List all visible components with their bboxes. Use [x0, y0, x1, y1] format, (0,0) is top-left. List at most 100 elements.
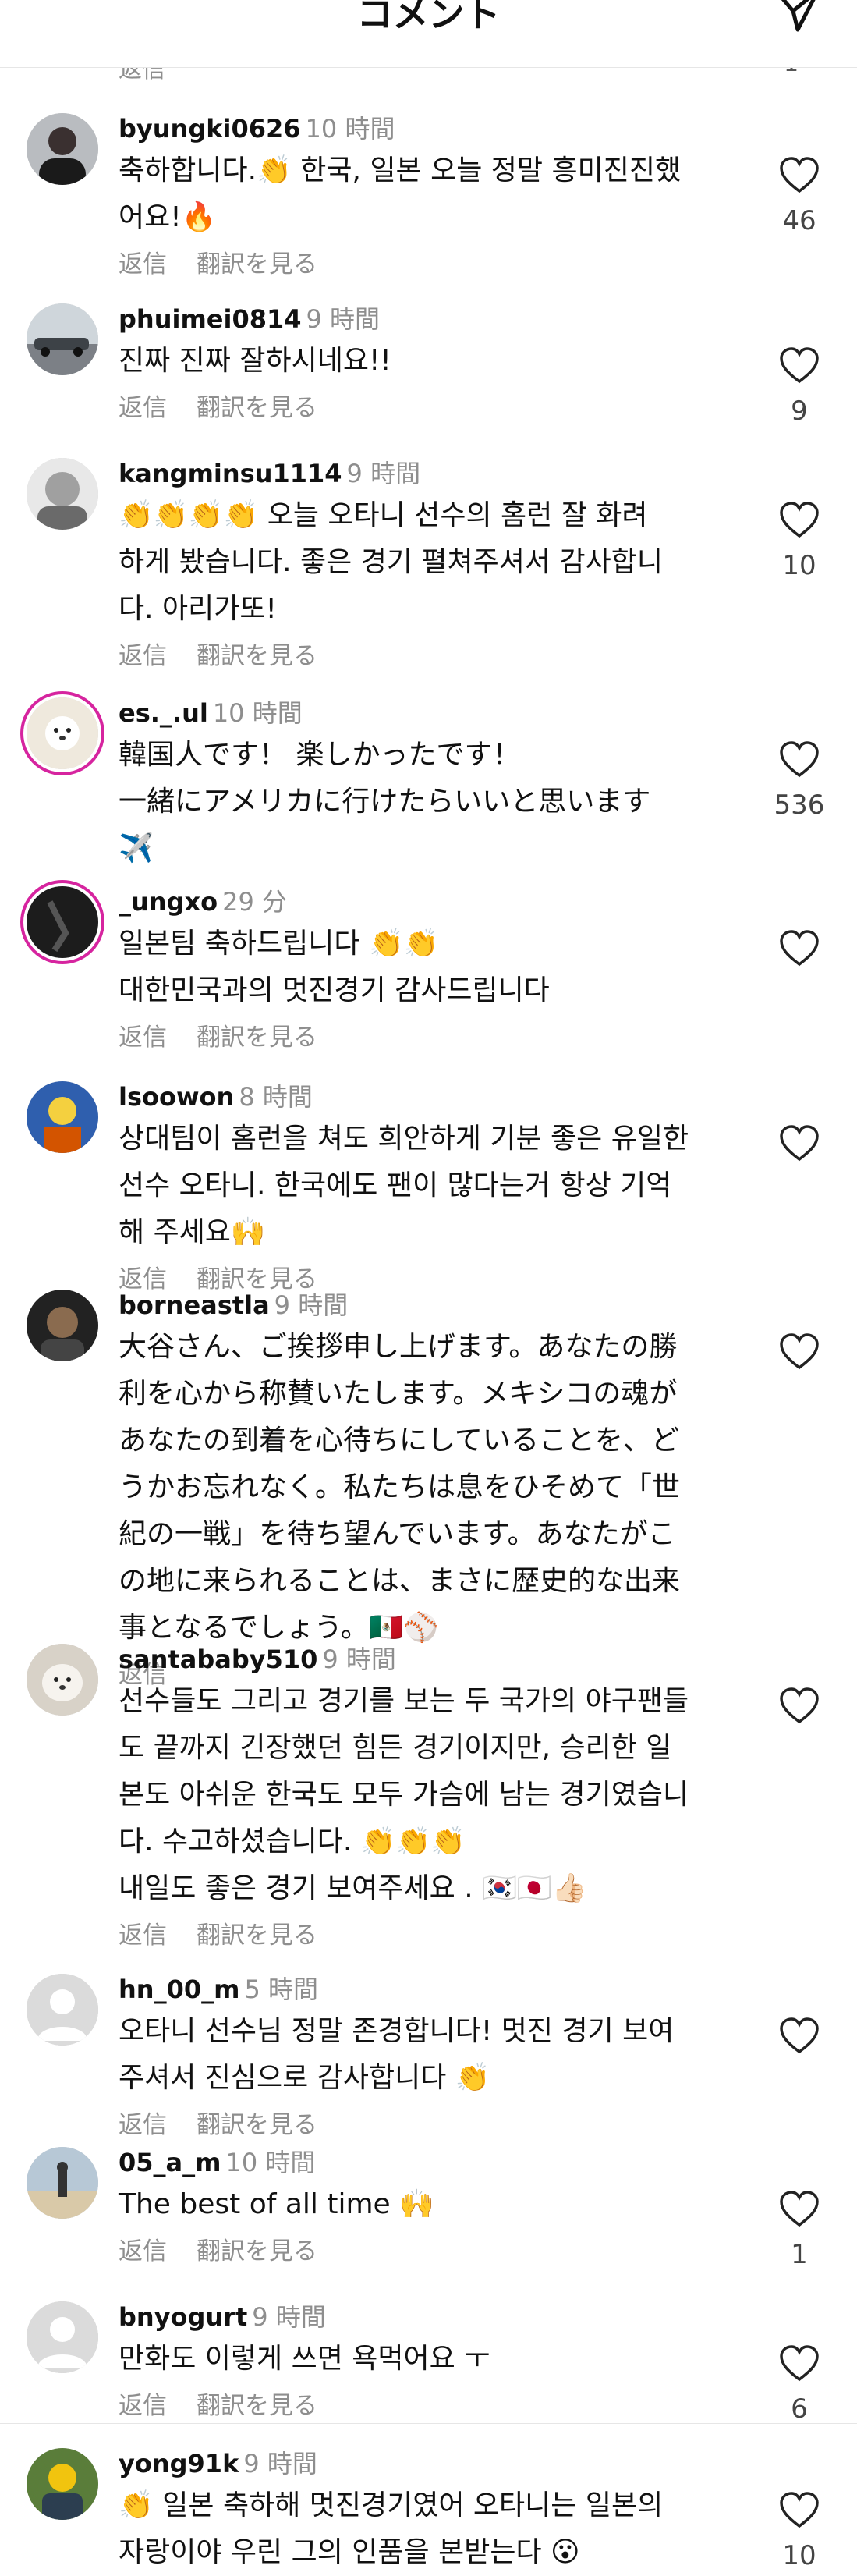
reply-button[interactable]: 返信: [119, 642, 167, 670]
avatar[interactable]: [27, 697, 98, 769]
reply-button[interactable]: 返信: [119, 2111, 167, 2139]
reply-button[interactable]: 返信: [119, 2237, 167, 2266]
comment-time: 9 時間: [346, 459, 421, 488]
heart-icon[interactable]: [779, 930, 820, 967]
avatar[interactable]: [27, 1974, 98, 2046]
comment-line: 다. 수고하셨습니다. 👏👏👏: [119, 1826, 466, 1857]
comment-time: 9 時間: [252, 2302, 326, 2332]
see-translation-button[interactable]: 翻訳を見る: [197, 1024, 317, 1052]
comment-time: 9 時間: [306, 304, 381, 334]
comment-time: 9 時間: [322, 1645, 396, 1674]
heart-icon[interactable]: [779, 502, 820, 539]
comment-line: 축하합니다.👏 한국, 일본 오늘 정말 흥미진진했: [119, 154, 682, 186]
comment-line: 大谷さん、ご挨拶申し上げます。あなたの勝: [119, 1331, 678, 1363]
comment-line: 다. 아리가또!: [119, 593, 277, 625]
comment-text: 축하합니다.👏 한국, 일본 오늘 정말 흥미진진했 어요!🔥: [119, 147, 742, 241]
see-translation-button[interactable]: 翻訳を見る: [197, 250, 317, 279]
comment-username[interactable]: 05_a_m: [119, 2148, 221, 2177]
comment-line: 선수들도 그리고 경기를 보는 두 국가의 야구팬들: [119, 1685, 689, 1717]
comment-time: 9 時間: [274, 1290, 349, 1320]
comment-line: の地に来られることは、まさに歴史的な出来: [119, 1565, 681, 1597]
send-icon[interactable]: [770, 0, 824, 34]
reply-button[interactable]: 返信: [119, 250, 167, 279]
reply-button[interactable]: 返信: [119, 394, 167, 422]
heart-icon[interactable]: [779, 1333, 820, 1371]
comment-username[interactable]: santababy510: [119, 1645, 317, 1674]
comment-time: 9 時間: [243, 2449, 317, 2478]
comment-time: 8 時間: [239, 1082, 313, 1112]
comment-username[interactable]: hn_00_m: [119, 1975, 239, 2004]
comment-time: 10 時間: [212, 698, 303, 728]
comment-line: ✈️: [119, 832, 154, 864]
avatar[interactable]: [27, 886, 98, 958]
comment-username[interactable]: borneastla: [119, 1290, 270, 1320]
comment-line: The best of all time 🙌: [119, 2188, 434, 2220]
see-translation-button[interactable]: 翻訳を見る: [197, 394, 317, 422]
comment-text: The best of all time 🙌: [119, 2181, 742, 2228]
heart-icon[interactable]: [779, 157, 820, 194]
heart-icon[interactable]: [779, 2191, 820, 2228]
avatar[interactable]: [27, 2147, 98, 2219]
avatar[interactable]: [27, 458, 98, 530]
like-count: 10: [782, 2540, 816, 2571]
reply-button[interactable]: 返信: [119, 1921, 167, 1950]
avatar[interactable]: [27, 1644, 98, 1716]
heart-icon[interactable]: [779, 2492, 820, 2529]
comment-username[interactable]: yong91k: [119, 2449, 239, 2478]
avatar[interactable]: [27, 113, 98, 185]
comment-line: 👏 일본 축하해 멋진경기였어 오타니는 일본의: [119, 2489, 664, 2521]
comment-line: 오타니 선수님 정말 존경합니다! 멋진 경기 보여: [119, 2015, 675, 2047]
heart-icon[interactable]: [779, 1687, 820, 1725]
comment-line: 상대팀이 홈런을 쳐도 희안하게 기분 좋은 유일한: [119, 1123, 689, 1155]
like-count: 1: [791, 2239, 808, 2270]
comment-username[interactable]: byungki0626: [119, 114, 301, 144]
comment-text: 선수들도 그리고 경기를 보는 두 국가의 야구팬들 도 끝까지 긴장했던 힘든…: [119, 1678, 742, 1912]
comment-username[interactable]: _ungxo: [119, 887, 218, 917]
reply-button[interactable]: 返信: [119, 1024, 167, 1052]
comment-text: 👏👏👏👏 오늘 오타니 선수의 홈런 잘 화려 하게 봤습니다. 좋은 경기 펼…: [119, 492, 742, 633]
comment-username[interactable]: kangminsu1114: [119, 459, 342, 488]
reply-button[interactable]: 返信: [119, 2392, 167, 2420]
avatar[interactable]: [27, 1290, 98, 1361]
comment-text: 大谷さん、ご挨拶申し上げます。あなたの勝 利を心から称賛いたします。メキシコの魂…: [119, 1324, 742, 1652]
page-title: コメント: [356, 0, 501, 35]
comment-username[interactable]: phuimei0814: [119, 304, 302, 334]
comment-line: 一緒にアメリカに行けたらいいと思います: [119, 786, 651, 818]
heart-icon[interactable]: [779, 741, 820, 779]
comment-line: 도 끝까지 긴장했던 힘든 경기이지만, 승리한 일: [119, 1732, 672, 1764]
see-translation-button[interactable]: 翻訳を見る: [197, 2111, 317, 2139]
avatar[interactable]: [27, 2301, 98, 2373]
comment-username[interactable]: bnyogurt: [119, 2302, 247, 2332]
heart-icon[interactable]: [779, 2017, 820, 2055]
comment-text: 오타니 선수님 정말 존경합니다! 멋진 경기 보여 주셔서 진심으로 감사합니…: [119, 2008, 742, 2102]
heart-icon[interactable]: [779, 1125, 820, 1162]
comment-line: 만화도 이렇게 쓰면 욕먹어요 ㅜ: [119, 2343, 490, 2375]
comment-line: 자랑이야 우린 그의 인품을 본받는다 😮: [119, 2536, 580, 2568]
comment-line: 韓国人です！ 楽しかったです！: [119, 739, 521, 771]
comment-line: 👏👏👏👏 오늘 오타니 선수의 홈런 잘 화려: [119, 499, 648, 531]
avatar[interactable]: [27, 303, 98, 375]
avatar[interactable]: [27, 1081, 98, 1153]
see-translation-button[interactable]: 翻訳を見る: [197, 2237, 317, 2266]
comment-line: 하게 봤습니다. 좋은 경기 펼쳐주셔서 감사합니: [119, 546, 663, 578]
comment-username[interactable]: lsoowon: [119, 1082, 234, 1112]
top-bar: コメント: [0, 0, 857, 68]
avatar[interactable]: [27, 2448, 98, 2520]
heart-icon[interactable]: [779, 2345, 820, 2383]
like-count: 9: [791, 396, 808, 427]
comment-line: 내일도 좋은 경기 보여주세요 . 🇰🇷🇯🇵👍🏻: [119, 1872, 587, 1904]
comment-time: 10 時間: [305, 114, 395, 144]
heart-icon[interactable]: [779, 347, 820, 385]
comment-text: 👏 일본 축하해 멋진경기였어 오타니는 일본의 자랑이야 우린 그의 인품을 …: [119, 2482, 742, 2576]
comment-line: 일본팀 축하드립니다 👏👏: [119, 928, 439, 960]
see-translation-button[interactable]: 翻訳を見る: [197, 2392, 317, 2420]
comment-username[interactable]: es._.ul: [119, 698, 208, 728]
see-translation-button[interactable]: 翻訳を見る: [197, 1921, 317, 1950]
comment-line: 선수 오타니. 한국에도 팬이 많다는거 항상 기억: [119, 1169, 672, 1201]
like-count: 46: [782, 205, 816, 236]
comment-text: 韓国人です！ 楽しかったです！ 一緒にアメリカに行けたらいいと思います ✈️: [119, 732, 742, 872]
comment-line: 진짜 진짜 잘하시네요!!: [119, 345, 391, 377]
comment-text: 진짜 진짜 잘하시네요!!: [119, 338, 742, 385]
see-translation-button[interactable]: 翻訳を見る: [197, 642, 317, 670]
comment-time: 29 分: [222, 887, 287, 917]
